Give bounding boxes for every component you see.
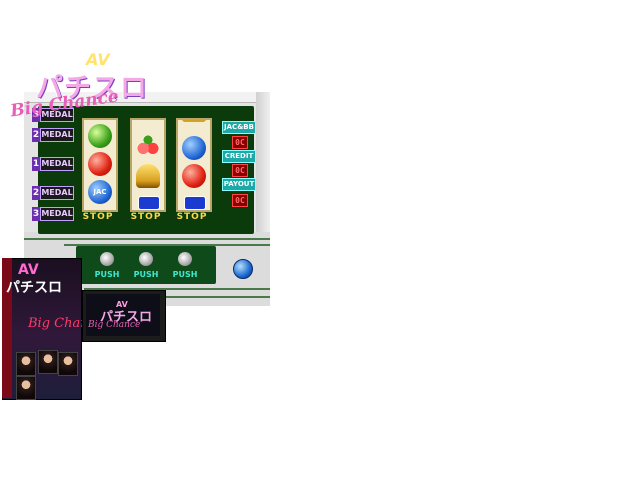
box-title: パチスロ [6, 280, 62, 296]
medal-label: MEDAL [41, 188, 73, 197]
push-button-left[interactable] [100, 252, 114, 266]
medal-count: 1 [32, 157, 40, 171]
reel-center [130, 118, 166, 212]
medal-count: 2 [32, 186, 40, 200]
box-photo [58, 352, 78, 376]
push-button-center[interactable] [139, 252, 153, 266]
bar-icon [138, 196, 160, 210]
medal-count: 3 [32, 207, 40, 221]
medal-label: MEDAL [41, 130, 73, 139]
box-spine [2, 258, 12, 398]
bar-icon [138, 118, 158, 120]
payout-value: 0C [232, 194, 248, 207]
credit-label: CREDIT [222, 150, 256, 163]
medal-line-2-bottom: 2 MEDAL [32, 186, 74, 200]
reel-left: JAC [82, 118, 118, 212]
credit-value: 0C [232, 164, 248, 177]
jac-bb-value: 0C [232, 136, 248, 149]
push-label-center: PUSH [133, 270, 159, 279]
bar-icon [184, 196, 206, 210]
stop-button-left[interactable]: STOP [78, 212, 118, 222]
blue-orb-icon [182, 136, 206, 160]
cherry-icon [136, 134, 160, 158]
apple-icon [88, 124, 112, 148]
bell-icon [136, 164, 160, 188]
cartridge-subtitle: Big Chance [88, 320, 141, 330]
push-button-right[interactable] [178, 252, 192, 266]
medal-count: 2 [32, 128, 40, 142]
jac-bb-label: JAC&BB [222, 121, 256, 134]
medal-line-2-top: 2 MEDAL [32, 128, 74, 142]
cabinet-stripe [24, 238, 270, 240]
tomato-icon [88, 152, 112, 176]
payout-label: PAYOUT [222, 178, 256, 191]
box-photo [16, 352, 36, 376]
reel-right [176, 118, 212, 212]
jac-text: JAC [93, 188, 107, 196]
tomato-icon [182, 164, 206, 188]
push-label-left: PUSH [94, 270, 120, 279]
stop-button-center[interactable]: STOP [126, 212, 166, 222]
medal-line-3-bottom: 3 MEDAL [32, 207, 74, 221]
push-label-right: PUSH [172, 270, 198, 279]
box-photo [38, 350, 58, 374]
box-photo [16, 376, 36, 400]
cabinet-side [256, 92, 270, 242]
bell-icon [182, 120, 206, 122]
box-av: AV [18, 262, 39, 278]
medal-line-1: 1 MEDAL [32, 157, 74, 171]
medal-label: MEDAL [41, 209, 73, 218]
medal-label: MEDAL [41, 159, 73, 168]
spin-lever-button[interactable] [233, 259, 253, 279]
jac-icon: JAC [88, 180, 112, 204]
stop-button-right[interactable]: STOP [172, 212, 212, 222]
